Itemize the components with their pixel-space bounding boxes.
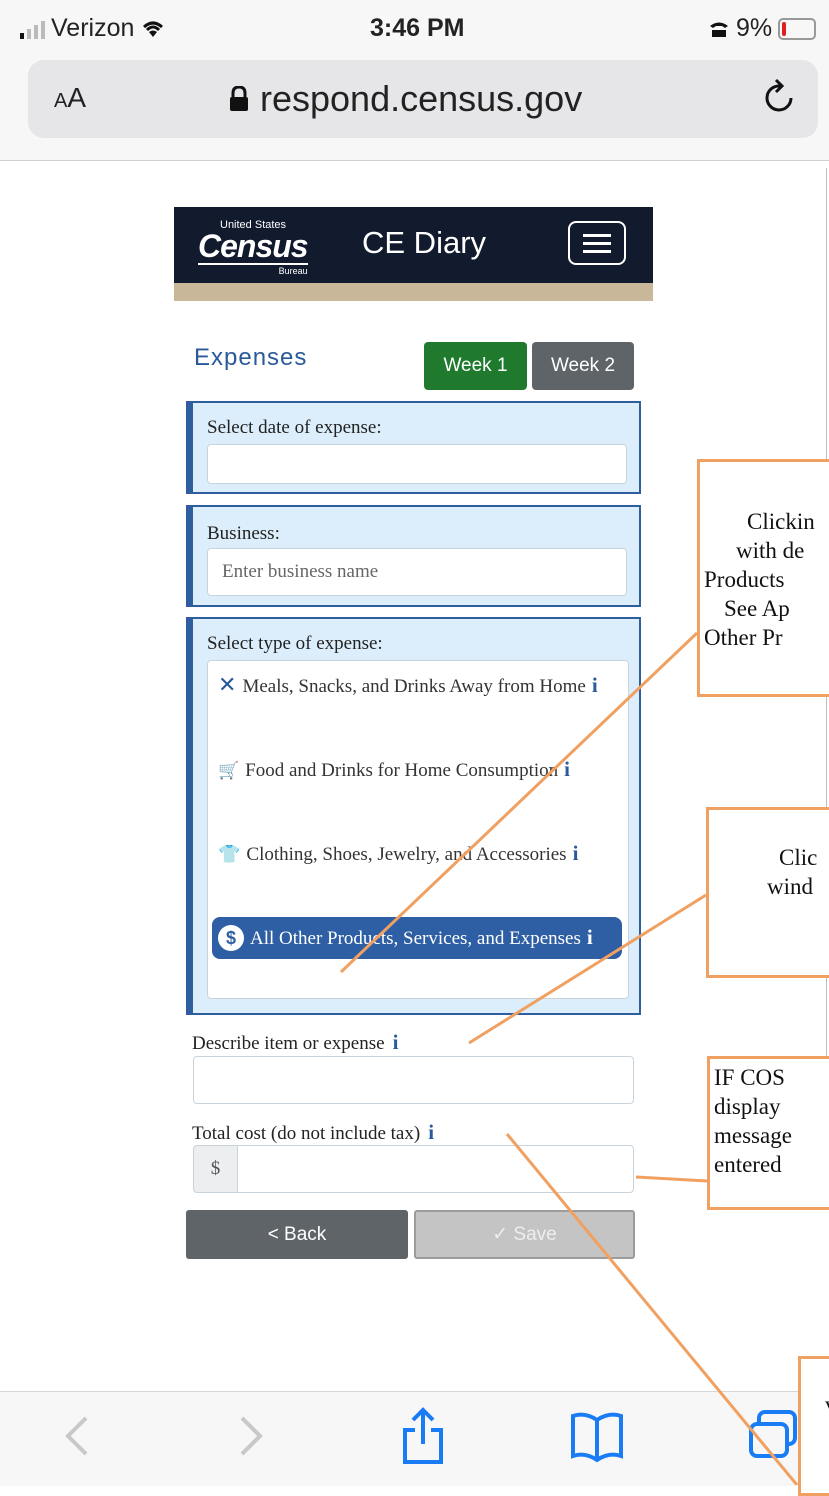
bookmarks-icon[interactable] xyxy=(567,1406,627,1466)
info-icon[interactable]: i xyxy=(592,673,598,697)
expense-type-all-other[interactable]: $ All Other Products, Services, and Expen… xyxy=(212,917,622,959)
carrier-name: Verizon xyxy=(51,14,135,42)
expense-type-label: Select type of expense: xyxy=(207,633,383,654)
total-cost-input[interactable] xyxy=(237,1145,634,1193)
page-edge-line xyxy=(826,168,827,460)
annotation-callout: IF COS display message entered xyxy=(707,1056,829,1210)
share-icon[interactable] xyxy=(393,1406,453,1466)
page-edge-line xyxy=(826,696,827,808)
browser-chrome: AA respond.census.gov xyxy=(0,60,829,161)
forward-arrow-icon[interactable] xyxy=(220,1406,280,1466)
battery-percent: 9% xyxy=(736,14,773,42)
expense-type-group: Select type of expense: ✕ Meals, Snacks, … xyxy=(186,617,641,1015)
text-size-button[interactable]: AA xyxy=(54,82,86,114)
business-input[interactable] xyxy=(207,548,627,596)
page-edge-line xyxy=(826,977,827,1057)
battery-icon xyxy=(778,17,817,40)
lock-icon xyxy=(230,86,248,111)
total-cost-label: Total cost (do not include tax) i xyxy=(192,1120,435,1144)
date-field-group: Select date of expense: xyxy=(186,401,641,494)
describe-label: Describe item or expense i xyxy=(192,1030,399,1054)
annotation-callout: Clickin with de Products See Ap Other Pr xyxy=(697,459,829,697)
page-title: Expenses xyxy=(194,344,308,371)
expense-type-meals[interactable]: ✕ Meals, Snacks, and Drinks Away from Hom… xyxy=(216,671,618,701)
info-icon[interactable]: i xyxy=(428,1120,434,1144)
tabs-icon[interactable] xyxy=(745,1406,805,1466)
dollar-icon: $ xyxy=(218,925,244,951)
url-host[interactable]: respond.census.gov xyxy=(228,78,582,120)
cart-icon: 🛒 xyxy=(218,761,240,780)
info-icon[interactable]: i xyxy=(587,925,593,949)
date-label: Select date of expense: xyxy=(207,417,382,438)
app-title: CE Diary xyxy=(362,225,487,260)
describe-input[interactable] xyxy=(193,1056,634,1104)
wifi-icon xyxy=(143,21,164,37)
hamburger-menu-button[interactable] xyxy=(568,221,626,265)
utensils-icon: ✕ xyxy=(218,672,237,697)
date-input[interactable] xyxy=(207,444,627,484)
shirt-icon: 👕 xyxy=(218,844,241,864)
business-label: Business: xyxy=(207,523,280,544)
tty-icon xyxy=(710,22,728,37)
info-icon[interactable]: i xyxy=(393,1030,399,1054)
app-header: United States Census Bureau CE Diary xyxy=(174,207,653,283)
census-logo[interactable]: United States Census Bureau xyxy=(198,219,309,276)
status-bar: Verizon 3:46 PM 9% xyxy=(0,0,829,60)
expense-type-list: ✕ Meals, Snacks, and Drinks Away from Hom… xyxy=(207,660,629,999)
info-icon[interactable]: i xyxy=(573,841,579,865)
clock: 3:46 PM xyxy=(370,14,465,42)
header-accent-strip xyxy=(174,283,653,301)
tab-week-2[interactable]: Week 2 xyxy=(532,342,634,390)
annotation-callout: v xyxy=(798,1356,829,1496)
expense-type-food-home[interactable]: 🛒 Food and Drinks for Home Consumption i xyxy=(216,755,618,785)
tab-week-1[interactable]: Week 1 xyxy=(424,342,527,390)
currency-addon: $ xyxy=(193,1145,237,1193)
browser-toolbar xyxy=(0,1391,829,1486)
business-field-group: Business: xyxy=(186,505,641,607)
reload-icon[interactable] xyxy=(763,78,797,114)
signal-strength-icon xyxy=(20,19,45,39)
url-text: respond.census.gov xyxy=(260,78,583,119)
annotation-callout: Clic wind xyxy=(706,807,829,978)
save-button[interactable]: ✓ Save xyxy=(414,1210,635,1259)
carrier-area: Verizon xyxy=(20,14,166,43)
back-button[interactable]: < Back xyxy=(186,1210,408,1259)
info-icon[interactable]: i xyxy=(564,757,570,781)
leader-line xyxy=(635,1175,708,1183)
address-bar[interactable]: AA respond.census.gov xyxy=(28,60,818,138)
expense-type-clothing[interactable]: 👕 Clothing, Shoes, Jewelry, and Accessori… xyxy=(216,839,618,869)
back-arrow-icon[interactable] xyxy=(50,1406,110,1466)
battery-area: 9% xyxy=(708,14,817,43)
